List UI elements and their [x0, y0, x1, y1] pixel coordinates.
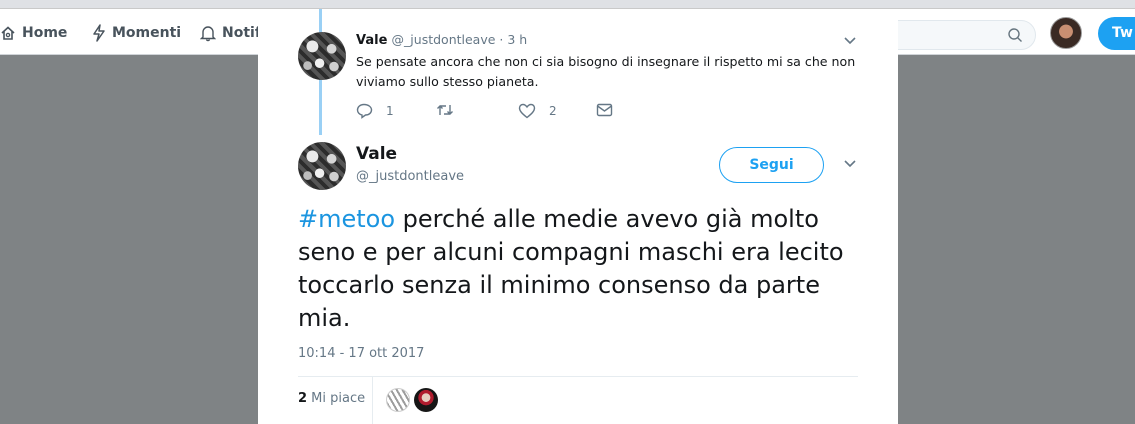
reply-author-name[interactable]: Vale	[356, 33, 387, 48]
reply-meta: @_justdontleave · 3 h	[391, 32, 528, 47]
retweet-action[interactable]	[436, 103, 467, 117]
chevron-down-icon[interactable]	[843, 159, 857, 169]
like-count: 2	[549, 104, 557, 118]
tweet-button[interactable]: Tw	[1098, 17, 1135, 50]
retweet-icon	[437, 105, 453, 115]
tweet-modal: Vale @_justdontleave · 3 h Se pensate an…	[258, 9, 898, 424]
like-action[interactable]: 2	[518, 103, 557, 119]
liker-avatar[interactable]	[414, 388, 438, 412]
tweet-timestamp[interactable]: 10:14 - 17 ott 2017	[298, 346, 424, 361]
nav-home[interactable]: Home	[0, 23, 67, 43]
likes-count[interactable]: 2 Mi piace	[298, 391, 365, 406]
likes-row: 2 Mi piace	[298, 377, 858, 424]
reply-action[interactable]: 1	[356, 103, 394, 119]
liker-avatar[interactable]	[386, 388, 410, 412]
envelope-icon	[596, 103, 613, 117]
reply-avatar[interactable]	[298, 32, 346, 80]
author-handle[interactable]: @_justdontleave	[356, 169, 464, 184]
tweet-text: #metoo perché alle medie avevo già molto…	[298, 203, 868, 335]
reply-count: 1	[386, 104, 394, 118]
bell-icon	[200, 26, 216, 42]
reply-header: Vale @_justdontleave · 3 h	[356, 32, 527, 48]
browser-chrome	[0, 0, 1135, 9]
nav-moments-label: Momenti	[112, 25, 182, 41]
dm-action[interactable]	[596, 103, 613, 117]
search-icon[interactable]	[1007, 27, 1023, 43]
nav-notifications[interactable]: Notifi	[200, 23, 265, 43]
follow-button[interactable]: Segui	[719, 147, 824, 183]
nav-home-label: Home	[22, 25, 68, 41]
divider	[372, 377, 373, 424]
lightning-icon	[93, 24, 105, 42]
home-icon	[1, 26, 15, 40]
reply-text: Se pensate ancora che non ci sia bisogno…	[356, 54, 856, 89]
author-name[interactable]: Vale	[356, 144, 397, 164]
previous-tweet-fragment	[358, 9, 658, 13]
heart-icon	[518, 103, 536, 119]
likes-label: Mi piace	[307, 391, 366, 406]
reply-icon	[356, 103, 373, 119]
search-input[interactable]	[880, 20, 1036, 50]
nav-moments[interactable]: Momenti	[92, 23, 181, 43]
author-avatar[interactable]	[298, 142, 346, 190]
user-avatar[interactable]	[1050, 17, 1082, 49]
hashtag-link[interactable]: #metoo	[298, 205, 395, 233]
chevron-down-icon[interactable]	[843, 36, 857, 46]
likes-number: 2	[298, 391, 308, 406]
